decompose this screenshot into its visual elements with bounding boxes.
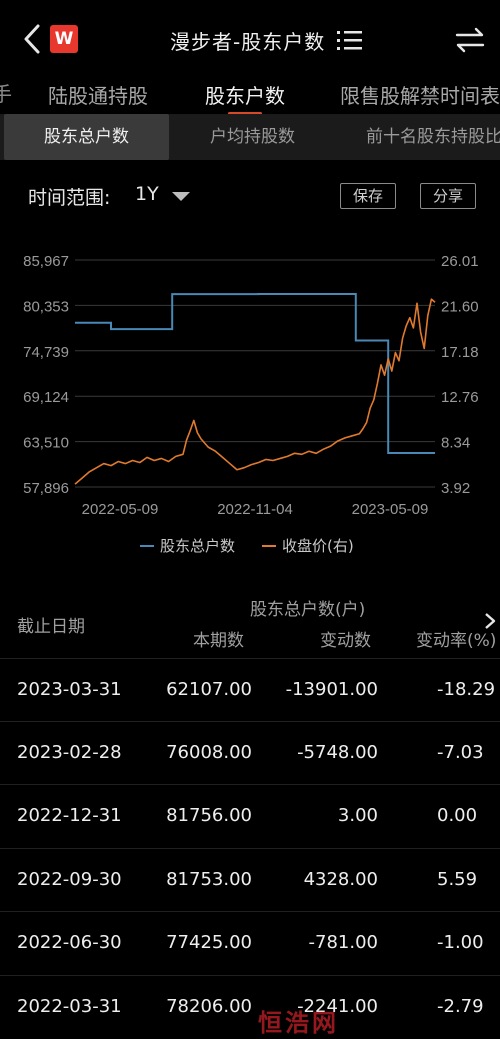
cell-count: 62107.00 xyxy=(166,679,252,700)
left-axis-tick: 85,967 xyxy=(23,253,69,270)
right-axis-tick: 26.01 xyxy=(441,253,479,270)
left-axis-tick: 74,739 xyxy=(23,344,69,361)
subtab-total-holders[interactable]: 股东总户数 xyxy=(4,114,169,160)
left-axis-tick: 69,124 xyxy=(23,389,69,406)
cell-change: -5748.00 xyxy=(297,742,378,763)
cell-date: 2022-06-30 xyxy=(17,932,122,953)
col-header-date[interactable]: 截止日期 xyxy=(17,612,85,637)
cell-rate: -18.29 xyxy=(437,679,496,700)
table-row[interactable]: 2022-03-31 78206.00 -2241.00 -2.79 xyxy=(0,975,500,1038)
cell-date: 2022-03-31 xyxy=(17,996,122,1017)
chevron-down-icon[interactable] xyxy=(172,192,190,201)
chevron-right-icon[interactable] xyxy=(483,612,497,630)
app-logo: W xyxy=(50,25,78,53)
table-row[interactable]: 2022-06-30 77425.00 -781.00 -1.00 xyxy=(0,911,500,974)
cell-rate: 5.59 xyxy=(437,869,478,890)
cell-change: -781.00 xyxy=(308,932,378,953)
cell-count: 81753.00 xyxy=(166,869,252,890)
col-header-change[interactable]: 变动数 xyxy=(320,626,371,651)
table-row[interactable]: 2023-03-31 62107.00 -13901.00 -18.29 xyxy=(0,658,500,721)
subtab-avg-holding[interactable]: 户均持股数 xyxy=(170,114,335,160)
back-arrow-icon[interactable] xyxy=(20,22,44,56)
top-bar: W 漫步者-股东户数 xyxy=(0,0,500,80)
cell-count: 81756.00 xyxy=(166,805,252,826)
time-range-label: 时间范围: xyxy=(28,187,111,209)
legend-label-holders: 股东总户数 xyxy=(160,537,235,555)
sub-tabs: 股东总户数 户均持股数 前十名股东持股比例 xyxy=(0,114,500,160)
x-axis-tick: 2023-05-09 xyxy=(352,501,429,518)
cell-rate: -1.00 xyxy=(437,932,484,953)
series-line-price xyxy=(74,298,436,485)
table-row[interactable]: 2022-12-31 81756.00 3.00 0.00 xyxy=(0,784,500,847)
subtab-top10-holders[interactable]: 前十名股东持股比例 xyxy=(336,114,500,160)
cell-date: 2022-09-30 xyxy=(17,869,122,890)
cell-date: 2023-03-31 xyxy=(17,679,122,700)
page-title: 漫步者-股东户数 xyxy=(170,30,326,54)
left-axis-tick: 80,353 xyxy=(23,298,69,315)
right-axis-tick: 21.60 xyxy=(441,298,479,315)
table-row[interactable]: 2022-09-30 81753.00 4328.00 5.59 xyxy=(0,848,500,911)
tab-lockup-release[interactable]: 限售股解禁时间表 xyxy=(340,80,500,109)
swap-arrows-icon[interactable] xyxy=(455,26,485,54)
x-axis-tick: 2022-05-09 xyxy=(82,501,159,518)
time-range-select[interactable]: 1Y xyxy=(135,183,159,205)
cell-date: 2022-12-31 xyxy=(17,805,122,826)
cell-rate: -2.79 xyxy=(437,996,484,1017)
shareholder-chart: 85,967 26.01 80,353 21.60 74,739 17.18 69,124 1… xyxy=(23,253,479,555)
tab-shareholder-count[interactable]: 股东户数 xyxy=(205,80,285,109)
right-axis-tick: 17.18 xyxy=(441,344,479,361)
table-header: 截止日期 股东总户数(户) 本期数 变动数 变动率(%) xyxy=(0,590,500,658)
col-group-header: 股东总户数(户) xyxy=(250,600,366,620)
col-header-count[interactable]: 本期数 xyxy=(193,626,244,651)
main-tabs: 手 陆股通持股 股东户数 限售股解禁时间表 xyxy=(0,80,500,116)
right-axis-tick: 12.76 xyxy=(441,389,479,406)
tab-hk-connect[interactable]: 陆股通持股 xyxy=(48,80,148,109)
cell-change: -13901.00 xyxy=(285,679,378,700)
cell-change: 3.00 xyxy=(337,805,378,826)
cell-change: 4328.00 xyxy=(303,869,378,890)
menu-list-icon[interactable] xyxy=(337,28,363,52)
cell-rate: -7.03 xyxy=(437,742,484,763)
cell-rate: 0.00 xyxy=(437,805,478,826)
left-axis-tick: 63,510 xyxy=(23,435,69,452)
share-button[interactable]: 分享 xyxy=(420,183,477,209)
cell-count: 76008.00 xyxy=(166,742,252,763)
table-row[interactable]: 2023-02-28 76008.00 -5748.00 -7.03 xyxy=(0,721,500,784)
left-axis-tick: 57,896 xyxy=(23,480,69,497)
series-line-holders xyxy=(75,293,435,454)
legend-label-price: 收盘价(右) xyxy=(282,537,354,555)
cell-count: 78206.00 xyxy=(166,996,252,1017)
save-button[interactable]: 保存 xyxy=(340,183,397,209)
cell-count: 77425.00 xyxy=(166,932,252,953)
right-axis-tick: 8.34 xyxy=(441,435,470,452)
cell-date: 2023-02-28 xyxy=(17,742,122,763)
x-axis-tick: 2022-11-04 xyxy=(217,501,293,518)
right-axis-tick: 3.92 xyxy=(441,480,470,497)
tab-cut-off-left: 手 xyxy=(0,82,12,106)
time-range-row: 时间范围: 1Y 保存 分享 xyxy=(0,175,500,215)
watermark: 恒浩网 xyxy=(258,1009,339,1037)
